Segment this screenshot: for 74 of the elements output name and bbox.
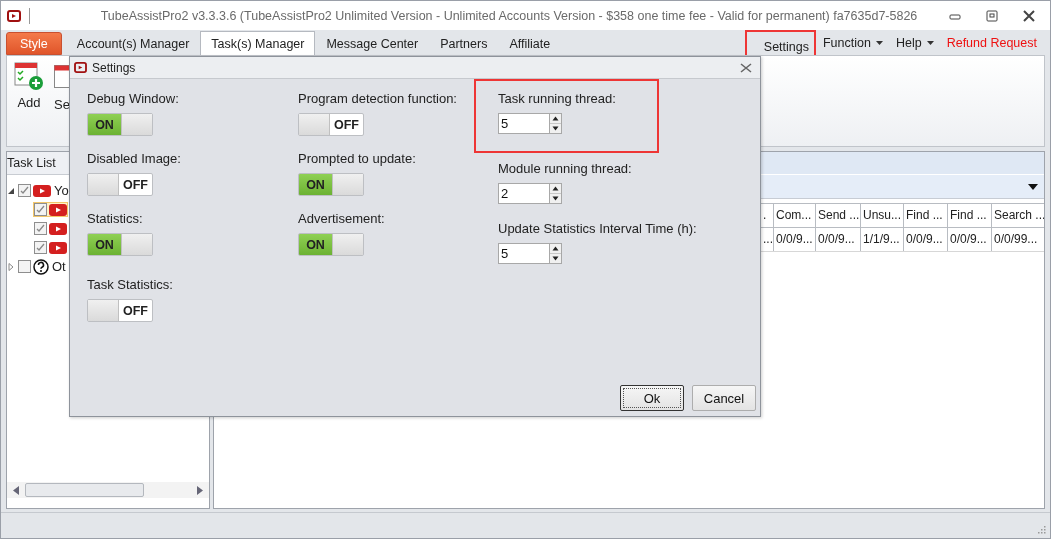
ribbon-tab[interactable]: Task(s) Manager bbox=[200, 31, 316, 55]
checkbox[interactable] bbox=[18, 184, 31, 197]
setting-label: Program detection function: bbox=[298, 91, 458, 106]
resize-grip-icon[interactable] bbox=[1037, 525, 1046, 534]
play-icon bbox=[33, 184, 51, 197]
dialog-button[interactable]: Ok bbox=[620, 385, 684, 411]
setting-label: Debug Window: bbox=[87, 91, 180, 106]
play-icon bbox=[49, 222, 67, 235]
question-icon bbox=[33, 258, 49, 275]
setting-label: Statistics: bbox=[87, 211, 144, 226]
caret-icon bbox=[926, 40, 934, 45]
setting-label: Task Statistics: bbox=[87, 277, 174, 292]
spin-arrows-icon[interactable] bbox=[549, 243, 562, 264]
setting-label: Task running thread: bbox=[498, 91, 617, 106]
toggle-switch[interactable]: OFF bbox=[87, 173, 153, 196]
app-logo-icon bbox=[74, 62, 87, 73]
tree-item[interactable]: Yo bbox=[54, 183, 69, 198]
setting-label: Prompted to update: bbox=[298, 151, 417, 166]
toggle-switch[interactable]: OFF bbox=[87, 299, 153, 322]
toggle-switch[interactable]: ON bbox=[87, 113, 153, 136]
menu-item[interactable]: Help bbox=[890, 30, 942, 55]
spin-arrows-icon[interactable] bbox=[549, 113, 562, 134]
checkbox[interactable] bbox=[34, 241, 47, 254]
expander-icon[interactable] bbox=[7, 186, 15, 195]
checkbox[interactable] bbox=[34, 203, 47, 216]
toggle-switch[interactable]: ON bbox=[87, 233, 153, 256]
tree-item[interactable]: Ot bbox=[52, 259, 66, 274]
setting-label: Advertisement: bbox=[298, 211, 386, 226]
calendar-add-icon bbox=[13, 59, 45, 91]
spin-arrows-icon[interactable] bbox=[549, 183, 562, 204]
menu-item[interactable]: Function bbox=[818, 30, 891, 55]
play-icon bbox=[49, 203, 67, 216]
caret-icon bbox=[875, 40, 883, 45]
table-cell: 0/0/9... bbox=[773, 228, 815, 251]
window-title: TubeAssistPro2 v3.3.3.6 (TubeAssistPro2 Unlimited Version - Unlimited Accounts Version - $358 one time fee - Valid for permanent) fa7635d7-5826 bbox=[99, 8, 919, 23]
column-header[interactable]: Find ... bbox=[903, 204, 947, 227]
menu-item[interactable]: Refund Request bbox=[941, 30, 1042, 55]
close-icon[interactable] bbox=[1022, 9, 1036, 22]
number-field[interactable]: 5 bbox=[498, 243, 549, 264]
ribbon-tab[interactable]: Account(s) Manager bbox=[65, 32, 201, 55]
ribbon-tab[interactable]: Partners bbox=[429, 32, 499, 55]
column-header[interactable]: Unsu... bbox=[860, 204, 903, 227]
setting-label: Update Statistics Interval Time (h): bbox=[498, 221, 698, 236]
app-logo-icon bbox=[7, 9, 21, 22]
column-header[interactable]: Find ... bbox=[947, 204, 991, 227]
table-cell: 0/0/99... bbox=[991, 228, 1044, 251]
toggle-switch[interactable]: OFF bbox=[298, 113, 364, 136]
caret-icon bbox=[1028, 183, 1038, 190]
table-cell: 0/0/9... bbox=[947, 228, 991, 251]
setting-label: Module running thread: bbox=[498, 161, 633, 176]
toggle-switch[interactable]: ON bbox=[298, 233, 364, 256]
ribbon-button[interactable]: Add bbox=[13, 59, 45, 110]
ribbon-tab[interactable]: Message Center bbox=[315, 32, 430, 55]
column-header[interactable]: Search ... bbox=[991, 204, 1044, 227]
restore-icon[interactable] bbox=[985, 9, 999, 22]
setting-label: Disabled Image: bbox=[87, 151, 182, 166]
checkbox[interactable] bbox=[34, 222, 47, 235]
ribbon-tab[interactable]: Affiliate bbox=[498, 32, 562, 55]
close-icon[interactable] bbox=[740, 62, 752, 73]
column-header[interactable]: Com... bbox=[773, 204, 815, 227]
table-cell: 1/1/9... bbox=[860, 228, 903, 251]
scroll-right-icon[interactable] bbox=[197, 485, 203, 495]
number-field[interactable]: 5 bbox=[498, 113, 549, 134]
dialog-button[interactable]: Cancel bbox=[692, 385, 756, 411]
table-cell: 0/0/9... bbox=[815, 228, 860, 251]
dialog-title: Settings bbox=[92, 60, 137, 75]
toggle-switch[interactable]: ON bbox=[298, 173, 364, 196]
play-icon bbox=[49, 241, 67, 254]
checkbox[interactable] bbox=[18, 260, 31, 273]
scroll-left-icon[interactable] bbox=[13, 485, 19, 495]
table-cell: 0/0/9... bbox=[903, 228, 947, 251]
column-header[interactable]: Send ... bbox=[815, 204, 860, 227]
horizontal-scrollbar[interactable] bbox=[7, 482, 209, 498]
number-field[interactable]: 2 bbox=[498, 183, 549, 204]
